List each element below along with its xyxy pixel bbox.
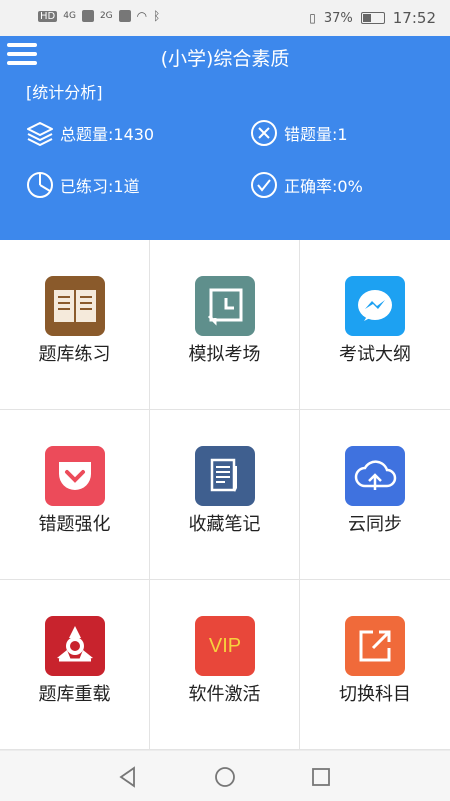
grid-item-switch-subject[interactable]: 切换科目 — [300, 580, 450, 750]
grid-item-exam-syllabus[interactable]: 考试大纲 — [300, 240, 450, 410]
recent-apps-icon[interactable] — [309, 765, 333, 789]
clock-time: 17:52 — [392, 9, 436, 27]
notes-icon — [195, 446, 255, 506]
grid-item-mock-exam[interactable]: 模拟考场 — [150, 240, 300, 410]
battery-icon — [360, 12, 385, 24]
stat-practiced: 已练习:1道 — [26, 170, 140, 200]
feature-grid: 题库练习 模拟考场 考试大纲 错题强化 收藏笔记 云同步 题库重载 VIP 软件… — [0, 240, 450, 750]
back-icon[interactable] — [116, 765, 140, 789]
battery-percent: 37% — [323, 10, 353, 26]
vibrate-icon: ▯ — [309, 11, 316, 25]
system-nav-bar — [0, 750, 450, 801]
signal-1-label: 4G — [63, 11, 76, 21]
grid-item-wrong-questions[interactable]: 错题强化 — [0, 410, 150, 580]
section-title: [统计分析] — [26, 83, 103, 102]
grid-item-label: 软件激活 — [188, 684, 261, 705]
grid-item-software-activation[interactable]: VIP 软件激活 — [150, 580, 300, 750]
grid-item-label: 考试大纲 — [339, 344, 411, 365]
signal-icon-2 — [118, 10, 131, 22]
page-title: (小学)综合素质 — [160, 48, 290, 70]
switch-icon — [345, 616, 405, 676]
bluetooth-icon: ᛒ — [153, 9, 161, 23]
grid-item-label: 题库重载 — [38, 684, 111, 705]
status-bar: HD 4G 2G ◠ ᛒ ▯ 37% 17:52 — [0, 0, 450, 36]
stat-wrong-text: 错题量:1 — [284, 125, 348, 144]
grid-item-favorites-notes[interactable]: 收藏笔记 — [150, 410, 300, 580]
grid-item-reload-bank[interactable]: 题库重载 — [0, 580, 150, 750]
wifi-icon: ◠ — [136, 9, 148, 23]
book-icon — [45, 276, 105, 336]
hd-indicator: HD — [38, 10, 58, 22]
close-circle-icon — [251, 120, 277, 146]
grid-item-question-bank-practice[interactable]: 题库练习 — [0, 240, 150, 410]
cloud-upload-icon — [345, 446, 405, 506]
stat-accuracy-text: 正确率:0% — [284, 177, 363, 196]
grid-item-label: 错题强化 — [38, 514, 111, 535]
grid-item-label: 切换科目 — [339, 684, 411, 705]
stat-total: 总题量:1430 — [26, 118, 154, 148]
status-right: ▯ 37% 17:52 — [309, 9, 436, 27]
grid-item-cloud-sync[interactable]: 云同步 — [300, 410, 450, 580]
stat-total-text: 总题量:1430 — [60, 125, 155, 144]
signal-2-label: 2G — [99, 11, 113, 21]
pie-chart-icon — [27, 172, 53, 198]
status-left: HD 4G 2G ◠ ᛒ — [38, 9, 160, 23]
messenger-icon — [345, 276, 405, 336]
signal-icon — [81, 10, 94, 22]
pocket-icon — [45, 446, 105, 506]
reload-icon — [45, 616, 105, 676]
vip-icon: VIP — [195, 616, 255, 676]
home-icon[interactable] — [213, 765, 237, 789]
stat-practiced-text: 已练习:1道 — [60, 177, 140, 196]
check-circle-icon — [251, 172, 277, 198]
grid-item-label: 收藏笔记 — [188, 514, 261, 535]
grid-item-label: 云同步 — [348, 514, 402, 535]
stat-wrong: 错题量:1 — [250, 118, 348, 148]
header: (小学)综合素质 [统计分析] 总题量:1430 错题量:1 已练习:1道 正确… — [0, 36, 450, 240]
layers-icon — [27, 122, 53, 146]
vip-text: VIP — [208, 634, 242, 657]
grid-item-label: 模拟考场 — [188, 344, 261, 365]
clock-icon — [195, 276, 255, 336]
grid-item-label: 题库练习 — [38, 344, 111, 365]
stat-accuracy: 正确率:0% — [250, 170, 363, 200]
